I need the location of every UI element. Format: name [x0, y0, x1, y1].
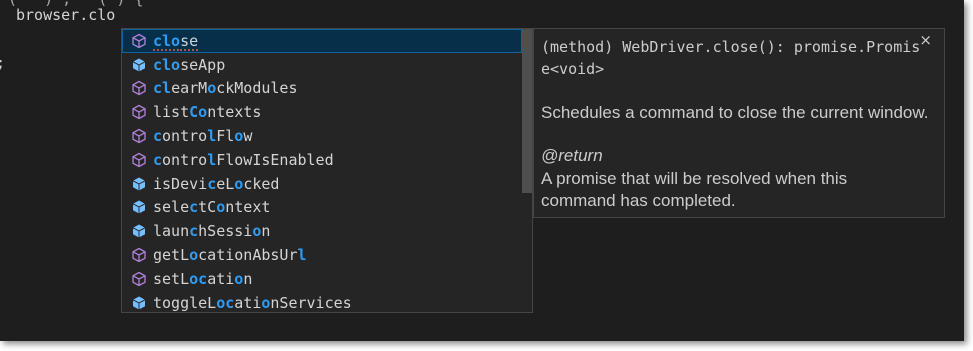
suggestion-label: selectContext	[153, 198, 270, 216]
match-highlight: c	[198, 269, 208, 288]
method-icon	[131, 152, 147, 168]
method-icon	[131, 247, 147, 263]
suggestion-label: isDeviceLocked	[153, 175, 279, 193]
suggestion-label: close	[153, 32, 198, 50]
suggestion-item[interactable]: close	[122, 29, 522, 53]
property-icon	[131, 57, 147, 73]
match-highlight: o	[216, 293, 226, 312]
label-text: setL	[153, 269, 190, 288]
suggestion-label: launchSession	[153, 222, 270, 240]
label-text: ati	[207, 269, 235, 288]
suggestion-details-panel: (method) WebDriver.close(): promise.Prom…	[533, 28, 945, 218]
suggestion-item[interactable]: toggleLocationServices	[122, 291, 522, 312]
match-highlight: l	[297, 246, 307, 265]
suggestion-scrollbar[interactable]	[522, 29, 532, 193]
match-highlight: cl	[153, 79, 172, 98]
label-text: FlowIsEnabled	[216, 150, 334, 169]
label-text: tC	[198, 198, 217, 217]
label-text: n	[261, 222, 271, 241]
label-text: n	[243, 269, 253, 288]
label-text: sele	[153, 198, 190, 217]
property-icon	[131, 199, 147, 215]
suggestion-list[interactable]: close closeApp clearMockModules listContext…	[121, 28, 533, 313]
method-icon	[131, 104, 147, 120]
property-icon	[131, 223, 147, 239]
label-text: isDevi	[153, 174, 208, 193]
return-description: A promise that will be resolved when thi…	[541, 169, 848, 210]
code-editor[interactable]: ( ) ; ( ) { ; browser.clo closecloseAppc…	[0, 0, 964, 341]
suggestion-item[interactable]: controlFlowIsEnabled	[122, 148, 522, 172]
label-text: list	[153, 103, 190, 122]
label-text: cationAbsUr	[198, 246, 298, 265]
label-text: se	[180, 31, 199, 50]
label-text: laun	[153, 222, 190, 241]
code-fragment-left: ;	[0, 54, 5, 72]
suggestion-item[interactable]: selectContext	[122, 196, 522, 220]
method-icon	[131, 33, 147, 49]
suggestion-label: closeApp	[153, 56, 225, 74]
return-tag: @return	[541, 146, 603, 165]
label-text: ati	[234, 293, 262, 312]
label-text: earM	[171, 79, 208, 98]
match-highlight: c	[189, 222, 199, 241]
suggestion-item[interactable]: clearMockModules	[122, 77, 522, 101]
suggestion-item[interactable]: listContexts	[122, 100, 522, 124]
label-text: hSessi	[198, 222, 253, 241]
match-highlight: c	[225, 293, 235, 312]
match-highlight: c	[207, 174, 217, 193]
label-text: Fl	[216, 127, 235, 146]
match-highlight: c	[153, 150, 163, 169]
method-icon	[131, 271, 147, 287]
label-text: nServices	[270, 293, 352, 312]
label-text: ckModules	[216, 79, 298, 98]
match-highlight: l	[207, 127, 217, 146]
suggestion-label: toggleLocationServices	[153, 294, 352, 312]
match-highlight: c	[153, 127, 163, 146]
label-text: toggleL	[153, 293, 217, 312]
label-text: ntext	[225, 198, 271, 217]
suggestion-item[interactable]: setLocation	[122, 267, 522, 291]
suggestion-label: listContexts	[153, 103, 261, 121]
suggestion-item[interactable]: getLocationAbsUrl	[122, 243, 522, 267]
suggestion-label: clearMockModules	[153, 79, 298, 97]
match-highlight: o	[234, 269, 244, 288]
suggestion-item[interactable]: closeApp	[122, 53, 522, 77]
close-details-button[interactable]: ×	[919, 31, 932, 49]
suggestion-label: controlFlowIsEnabled	[153, 151, 334, 169]
match-highlight: o	[234, 127, 244, 146]
label-text: eL	[216, 174, 235, 193]
suggestion-item[interactable]: launchSession	[122, 219, 522, 243]
label-text: ontro	[162, 127, 208, 146]
label-text: w	[243, 127, 253, 146]
match-highlight: o	[189, 269, 199, 288]
label-text: seApp	[180, 55, 226, 74]
suggestion-label: getLocationAbsUrl	[153, 246, 307, 264]
match-highlight: c	[189, 198, 199, 217]
suggestion-item[interactable]: isDeviceLocked	[122, 172, 522, 196]
method-description: Schedules a command to close the current…	[541, 103, 929, 122]
match-highlight: l	[207, 150, 217, 169]
label-text: ntexts	[207, 103, 262, 122]
match-highlight: o	[234, 174, 244, 193]
match-highlight: clo	[153, 55, 181, 74]
method-icon	[131, 80, 147, 96]
label-text: cked	[243, 174, 280, 193]
label-text: ontro	[162, 150, 208, 169]
label-text: getL	[153, 246, 190, 265]
property-icon	[131, 176, 147, 192]
match-highlight: Co	[189, 103, 208, 122]
property-icon	[131, 295, 147, 311]
match-highlight: o	[207, 79, 217, 98]
suggestion-item[interactable]: controlFlow	[122, 124, 522, 148]
method-signature: (method) WebDriver.close(): promise.Prom…	[541, 38, 921, 78]
suggestion-label: controlFlow	[153, 127, 252, 145]
match-highlight: o	[189, 246, 199, 265]
match-highlight: o	[216, 198, 226, 217]
code-line-input[interactable]: browser.clo	[16, 6, 115, 24]
suggestion-label: setLocation	[153, 270, 252, 288]
match-highlight: clo	[153, 31, 181, 50]
method-icon	[131, 128, 147, 144]
